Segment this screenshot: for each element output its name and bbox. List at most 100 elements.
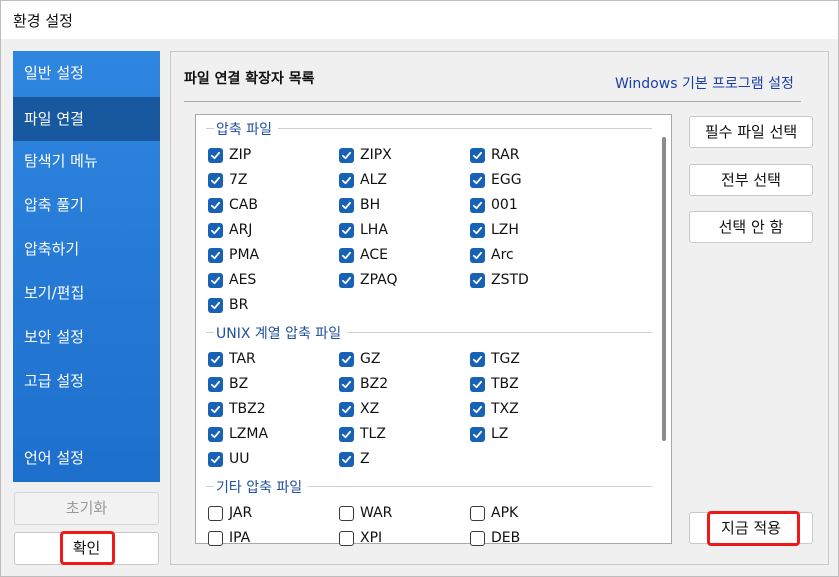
checkbox-checked-icon — [470, 147, 485, 163]
apply-now-button[interactable]: 지금 적용 — [689, 512, 813, 544]
checkbox-war[interactable]: WAR — [339, 504, 392, 522]
select-none-button[interactable]: 선택 안 함 — [689, 211, 813, 243]
checkbox-label: TBZ — [491, 376, 519, 392]
checkbox-checked-icon — [339, 247, 354, 263]
select-required-button[interactable]: 필수 파일 선택 — [689, 116, 813, 148]
checkbox-txz[interactable]: TXZ — [470, 400, 519, 418]
checkbox-checked-icon — [339, 197, 354, 213]
checkbox-bh[interactable]: BH — [339, 196, 380, 214]
checkbox-label: Arc — [491, 247, 514, 263]
checkbox-zipx[interactable]: ZIPX — [339, 146, 392, 164]
sidebar-item-explorer-menu[interactable]: 탐색기 메뉴 — [13, 139, 160, 183]
checkbox-checked-icon — [208, 451, 223, 467]
checkbox-lzma[interactable]: LZMA — [208, 425, 268, 443]
settings-window: 환경 설정 일반 설정 파일 연결 탐색기 메뉴 압축 풀기 압축하기 보기/편… — [0, 0, 839, 577]
checkbox-checked-icon — [208, 147, 223, 163]
checkbox-uu[interactable]: UU — [208, 450, 250, 468]
checkbox-label: XZ — [360, 401, 380, 417]
checkbox-lzh[interactable]: LZH — [470, 221, 519, 239]
checkbox-ipa[interactable]: IPA — [208, 529, 250, 547]
checkbox-checked-icon — [339, 222, 354, 238]
checkbox-label: JAR — [229, 505, 253, 521]
checkbox-checked-icon — [208, 272, 223, 288]
ok-button[interactable]: 확인 — [14, 532, 159, 565]
checkbox-bz2[interactable]: BZ2 — [339, 375, 388, 393]
sidebar-item-view-edit[interactable]: 보기/편집 — [13, 271, 160, 315]
checkbox-label: GZ — [360, 351, 381, 367]
checkbox-ace[interactable]: ACE — [339, 246, 388, 264]
checkbox-zip[interactable]: ZIP — [208, 146, 251, 164]
checkbox-xz[interactable]: XZ — [339, 400, 379, 418]
checkbox-bz[interactable]: BZ — [208, 375, 248, 393]
checkbox-zpaq[interactable]: ZPAQ — [339, 271, 398, 289]
checkbox-checked-icon — [339, 451, 354, 467]
windows-default-programs-link[interactable]: Windows 기본 프로그램 설정 — [615, 73, 794, 93]
checkbox-tar[interactable]: TAR — [208, 350, 256, 368]
checkbox-tbz2[interactable]: TBZ2 — [208, 400, 266, 418]
checkbox-rar[interactable]: RAR — [470, 146, 519, 164]
checkbox-egg[interactable]: EGG — [470, 171, 522, 189]
checkbox-label: TXZ — [491, 401, 519, 417]
reset-button[interactable]: 초기화 — [14, 492, 159, 525]
checkbox-zstd[interactable]: ZSTD — [470, 271, 529, 289]
checkbox-apk[interactable]: APK — [470, 504, 518, 522]
checkbox-arc[interactable]: Arc — [470, 246, 514, 264]
checkbox-arj[interactable]: ARJ — [208, 221, 252, 239]
group-label: 기타 압축 파일 — [214, 477, 309, 497]
title-divider — [184, 101, 801, 102]
sidebar-item-compress[interactable]: 압축하기 — [13, 227, 160, 271]
checkbox-unchecked-icon — [339, 505, 354, 521]
checkbox-gz[interactable]: GZ — [339, 350, 380, 368]
select-all-button[interactable]: 전부 선택 — [689, 164, 813, 196]
checkbox-label: ZIPX — [360, 147, 392, 163]
checkbox-lha[interactable]: LHA — [339, 221, 388, 239]
sidebar-item-advanced[interactable]: 고급 설정 — [13, 359, 160, 403]
checkbox-aes[interactable]: AES — [208, 271, 256, 289]
checkbox-label: EGG — [491, 172, 522, 188]
checkbox-7z[interactable]: 7Z — [208, 171, 248, 189]
checkbox-deb[interactable]: DEB — [470, 529, 520, 547]
sidebar-item-language[interactable]: 언어 설정 — [13, 436, 160, 480]
sidebar-item-extract[interactable]: 압축 풀기 — [13, 183, 160, 227]
checkbox-pma[interactable]: PMA — [208, 246, 259, 264]
checkbox-label: BH — [360, 197, 381, 213]
checkbox-label: ZSTD — [491, 272, 529, 288]
checkbox-001[interactable]: 001 — [470, 196, 518, 214]
checkbox-tlz[interactable]: TLZ — [339, 425, 386, 443]
checkbox-label: LZMA — [229, 426, 269, 442]
checkbox-checked-icon — [470, 426, 485, 442]
checkbox-label: CAB — [229, 197, 258, 213]
checkbox-checked-icon — [470, 351, 485, 367]
checkbox-cab[interactable]: CAB — [208, 196, 258, 214]
section-title: 파일 연결 확장자 목록 — [184, 71, 315, 87]
checkbox-tbz[interactable]: TBZ — [470, 375, 519, 393]
checkbox-lz[interactable]: LZ — [470, 425, 508, 443]
checkbox-jar[interactable]: JAR — [208, 504, 252, 522]
title-bar: 환경 설정 — [1, 1, 838, 39]
checkbox-tgz[interactable]: TGZ — [470, 350, 520, 368]
list-scrollbar[interactable] — [662, 137, 666, 441]
checkbox-checked-icon — [208, 401, 223, 417]
checkbox-br[interactable]: BR — [208, 296, 248, 314]
checkbox-alz[interactable]: ALZ — [339, 171, 387, 189]
checkbox-checked-icon — [208, 297, 223, 313]
checkbox-z[interactable]: Z — [339, 450, 370, 468]
checkbox-xpi[interactable]: XPI — [339, 529, 382, 547]
checkbox-label: TLZ — [360, 426, 386, 442]
sidebar-item-general[interactable]: 일반 설정 — [13, 51, 160, 95]
sidebar-item-security[interactable]: 보안 설정 — [13, 315, 160, 359]
checkbox-label: UU — [229, 451, 250, 467]
checkbox-label: XPI — [360, 530, 383, 546]
checkbox-label: ALZ — [360, 172, 387, 188]
checkbox-checked-icon — [339, 426, 354, 442]
checkbox-checked-icon — [208, 197, 223, 213]
checkbox-label: WAR — [360, 505, 393, 521]
checkbox-label: LZ — [491, 426, 509, 442]
checkbox-label: ZPAQ — [360, 272, 398, 288]
checkbox-label: Z — [360, 451, 370, 467]
checkbox-label: BR — [229, 297, 249, 313]
checkbox-checked-icon — [470, 376, 485, 392]
checkbox-checked-icon — [208, 172, 223, 188]
checkbox-checked-icon — [470, 401, 485, 417]
sidebar-item-file-association[interactable]: 파일 연결 — [13, 97, 160, 141]
